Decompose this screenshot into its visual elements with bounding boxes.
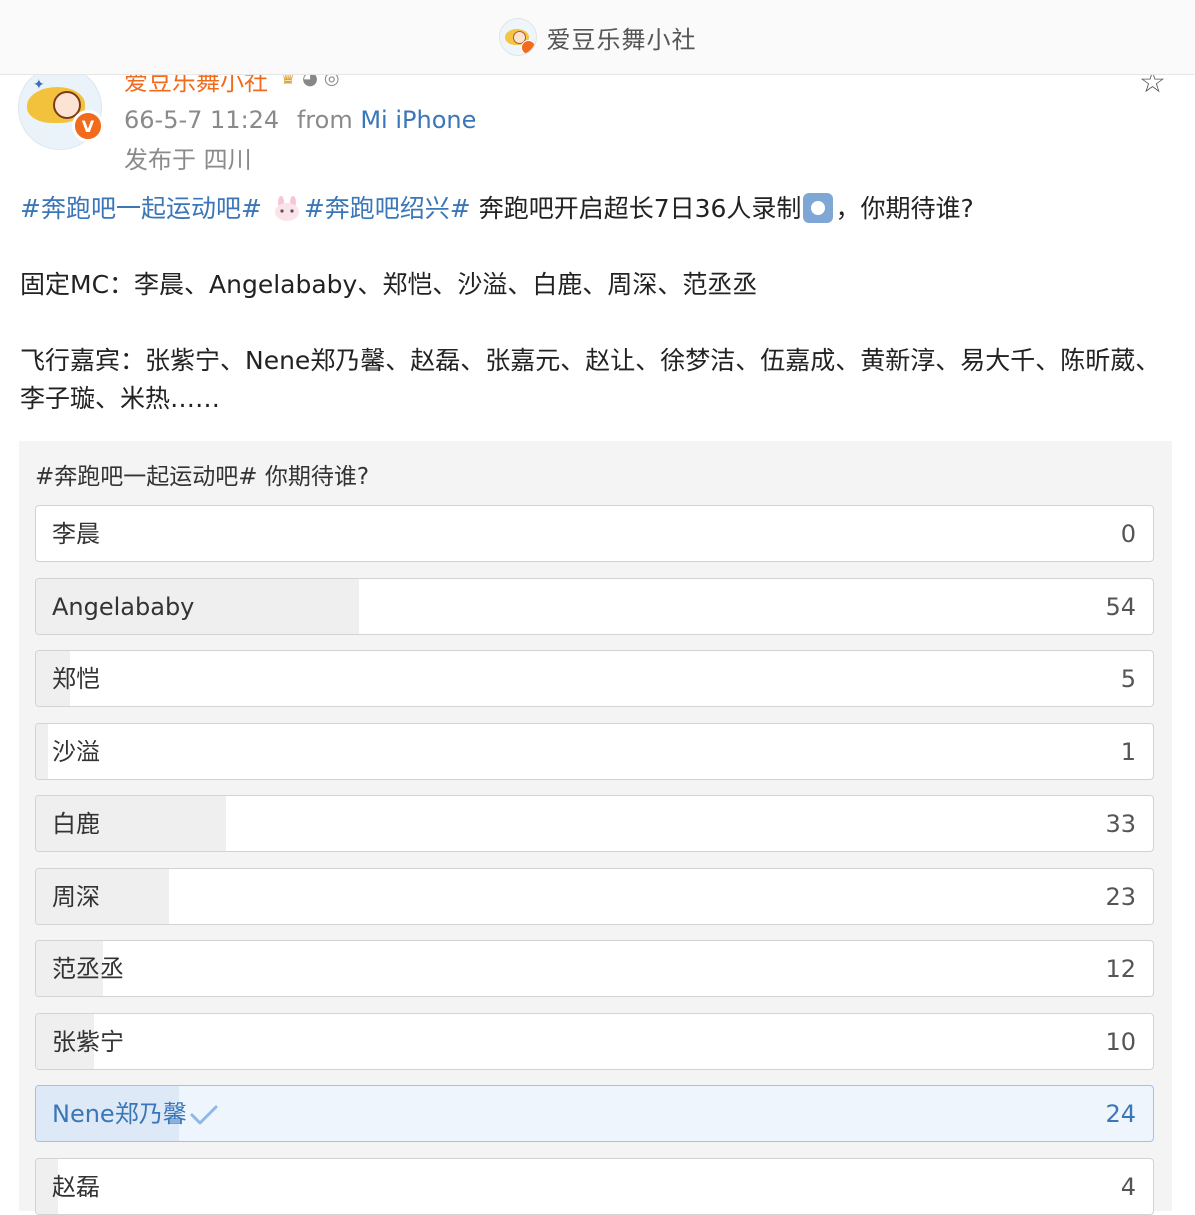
post-text: 奔跑吧开启超长7日36人录制 (470, 194, 802, 223)
poll-option[interactable]: 赵磊 4 (35, 1157, 1154, 1215)
poll-option-text: 白鹿 (52, 810, 100, 838)
poll-option-text: 李晨 (52, 520, 100, 548)
poll-option-count: 4 (1120, 1172, 1136, 1201)
bunny-emoji-icon (274, 196, 299, 221)
top-header-content[interactable]: 爱豆乐舞小社 (498, 18, 697, 56)
poll-option-text: Angelababy (52, 592, 195, 621)
post-line-2: 固定MC：李晨、Angelababy、郑恺、沙溢、白鹿、周深、范丞丞 (20, 270, 758, 299)
post-line-1: #奔跑吧一起运动吧# #奔跑吧绍兴# 奔跑吧开启超长7日36人录制 ，你期待谁? (20, 190, 1175, 228)
post-source[interactable]: Mi iPhone (360, 106, 476, 134)
poll-option-count: 10 (1105, 1027, 1136, 1056)
hashtag-link[interactable]: #奔跑吧一起运动吧# (20, 194, 262, 223)
header-avatar[interactable] (498, 18, 537, 56)
poll-option-fill (36, 723, 49, 779)
poll-option-text: 郑恺 (52, 665, 100, 693)
poll-option[interactable]: 白鹿 33 (35, 795, 1154, 852)
header-title: 爱豆乐舞小社 (546, 25, 697, 54)
poll-option-text: 范丞丞 (52, 955, 124, 983)
poll-option-text: 张紫宁 (52, 1027, 124, 1056)
poll-option[interactable]: 范丞丞 12 (35, 940, 1154, 997)
poll-option-label: 李晨 (52, 506, 100, 561)
poll-option-label: 沙溢 (52, 724, 100, 779)
poll-option-count: 23 (1105, 882, 1136, 911)
poll-option-label: 范丞丞 (52, 941, 124, 996)
poll-option-label: Angelababy (52, 579, 195, 634)
top-header-bar: 爱豆乐舞小社 (0, 0, 1195, 75)
poll-card: #奔跑吧一起运动吧# 你期待谁? 李晨 0 Angelababy 54 郑恺 5 沙溢 1 白鹿… (19, 441, 1172, 1215)
poll-option[interactable]: Angelababy 54 (35, 577, 1154, 635)
poll-option-count: 12 (1105, 955, 1136, 983)
record-emoji-icon (803, 193, 834, 223)
poll-option-count: 5 (1120, 665, 1136, 693)
from-label: from (296, 106, 353, 134)
post-timestamp: 66-5-7 11:24 (124, 106, 280, 134)
poll-option-text: 赵磊 (52, 1172, 100, 1201)
post-meta: 66-5-7 11:24 from Mi iPhone (124, 106, 476, 134)
hashtag-link[interactable]: #奔跑吧绍兴# (304, 194, 471, 223)
poll-option-label: 周深 (52, 869, 100, 924)
poll-option-text: Nene郑乃馨 (52, 1100, 187, 1128)
checkmark-icon (190, 1105, 218, 1124)
poll-option-text: 周深 (52, 882, 100, 911)
poll-option[interactable]: Nene郑乃馨 24 (35, 1085, 1154, 1142)
poll-option[interactable]: 郑恺 5 (35, 650, 1154, 707)
post-text: ，你期待谁? (835, 194, 974, 223)
poll-option-count: 1 (1120, 737, 1136, 766)
poll-option-text: 沙溢 (52, 737, 100, 766)
post-body: #奔跑吧一起运动吧# #奔跑吧绍兴# 奔跑吧开启超长7日36人录制 ，你期待谁? … (20, 190, 1175, 418)
poll-option-count: 0 (1120, 520, 1136, 548)
poll-option-label: 郑恺 (52, 651, 100, 706)
poll-option-count: 54 (1105, 592, 1136, 621)
poll-option-label: Nene郑乃馨 (52, 1086, 219, 1141)
poll-option[interactable]: 张紫宁 10 (35, 1012, 1154, 1070)
poll-option-label: 张紫宁 (52, 1014, 124, 1069)
poll-title: #奔跑吧一起运动吧# 你期待谁? (35, 464, 370, 490)
poll-option[interactable]: 周深 23 (35, 867, 1154, 925)
poll-option[interactable]: 李晨 0 (35, 505, 1154, 562)
poll-option[interactable]: 沙溢 1 (35, 722, 1154, 780)
post-line-3: 飞行嘉宾：张紫宁、Nene郑乃馨、赵磊、张嘉元、赵让、徐梦洁、伍嘉成、黄新淳、易… (20, 346, 1161, 413)
poll-option-count: 24 (1105, 1100, 1136, 1128)
poll-option-count: 33 (1105, 810, 1136, 838)
post-location: 发布于 四川 (124, 146, 252, 174)
poll-option-label: 白鹿 (52, 796, 100, 851)
verified-v-icon: V (72, 110, 104, 142)
poll-option-label: 赵磊 (52, 1159, 100, 1214)
